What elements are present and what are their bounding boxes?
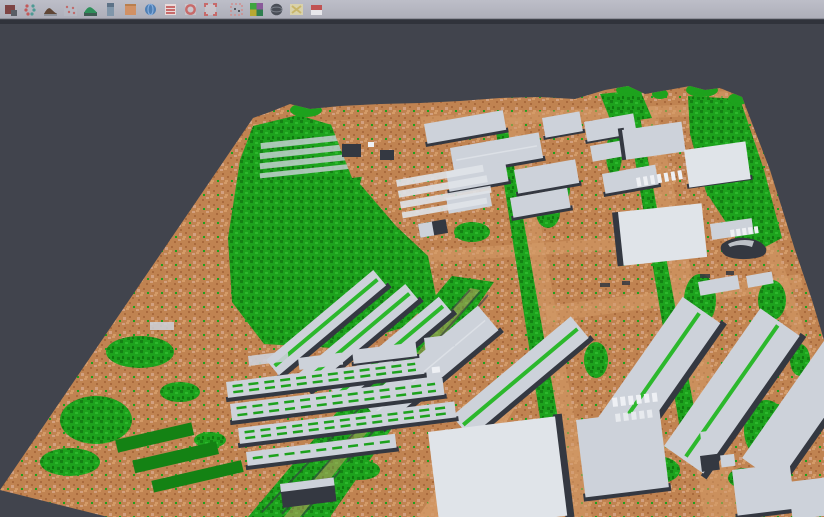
dashed-selection-icon[interactable] — [228, 1, 244, 17]
profile-column-icon[interactable] — [102, 1, 118, 17]
crop-corners-icon[interactable] — [202, 1, 218, 17]
flag-stripes-icon[interactable] — [308, 1, 324, 17]
orthophoto-icon[interactable] — [122, 1, 138, 17]
classification-colors-icon[interactable] — [248, 1, 264, 17]
vegetation-mound-icon[interactable] — [82, 1, 98, 17]
globe-icon[interactable] — [142, 1, 158, 17]
mesh-sphere-icon[interactable] — [268, 1, 284, 17]
measure-cross-icon[interactable] — [288, 1, 304, 17]
terrain-mound-icon[interactable] — [42, 1, 58, 17]
point-grid-icon[interactable] — [62, 1, 78, 17]
viewport-3d-scene[interactable] — [0, 24, 824, 517]
scatter-points-icon[interactable] — [22, 1, 38, 17]
application-window — [0, 0, 824, 517]
striped-layers-icon[interactable] — [162, 1, 178, 17]
blocks-icon[interactable] — [2, 1, 18, 17]
toolbar — [0, 0, 824, 19]
circle-ring-icon[interactable] — [182, 1, 198, 17]
